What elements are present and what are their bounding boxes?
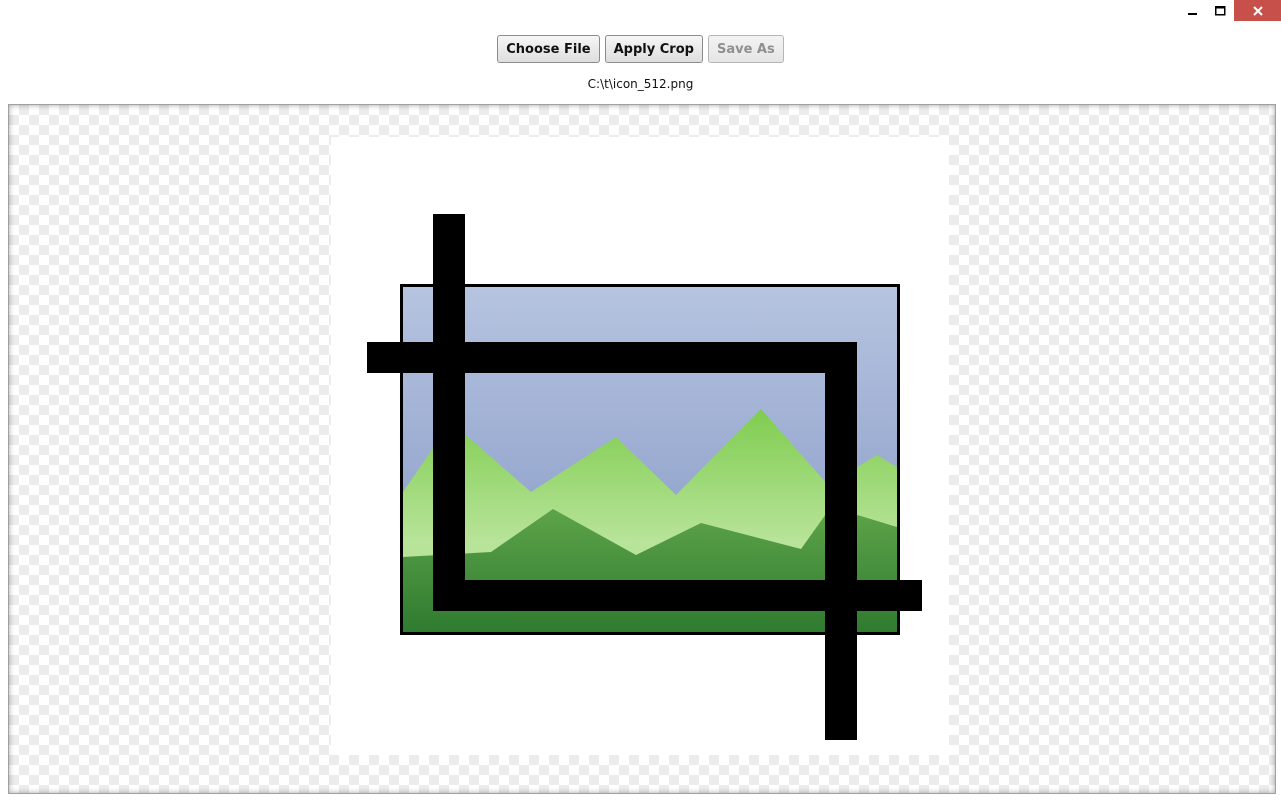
close-icon [1252,5,1263,16]
maximize-icon [1214,5,1225,15]
apply-crop-button[interactable]: Apply Crop [604,35,703,63]
minimize-icon [1188,12,1197,15]
crop-icon [367,214,922,740]
file-path-label: C:\t\icon_512.png [587,77,694,91]
title-bar [0,0,1281,24]
minimize-button[interactable] [1180,0,1206,21]
close-button[interactable] [1234,0,1281,21]
maximize-button[interactable] [1207,0,1233,21]
toolbar: Choose File Apply Crop Save As [0,35,1281,63]
save-as-button: Save As [707,35,784,63]
image-canvas[interactable] [8,104,1276,794]
loaded-image[interactable] [331,137,949,755]
choose-file-button[interactable]: Choose File [497,35,600,63]
